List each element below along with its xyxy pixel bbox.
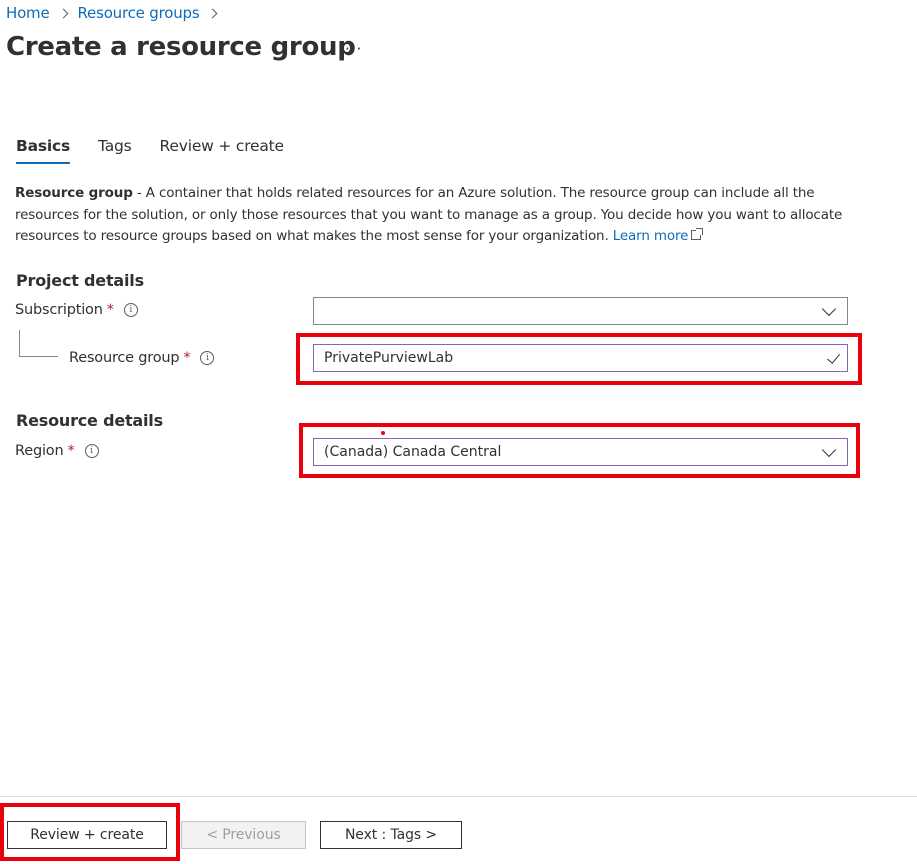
info-icon[interactable]: i — [200, 351, 215, 365]
region-label-text: Region — [15, 443, 64, 459]
previous-button[interactable]: < Previous — [181, 821, 306, 849]
description-term: Resource group — [15, 185, 133, 201]
review-create-button[interactable]: Review + create — [7, 821, 167, 849]
tab-tags[interactable]: Tags — [98, 137, 132, 164]
checkmark-icon — [826, 350, 841, 364]
annotation-dot — [381, 431, 385, 435]
tab-bar: Basics Tags Review + create — [16, 137, 312, 164]
tab-review-create[interactable]: Review + create — [160, 137, 285, 164]
resource-group-input[interactable]: PrivatePurviewLab — [313, 344, 848, 372]
chevron-down-icon — [821, 301, 837, 317]
external-link-icon — [691, 228, 704, 240]
resource-group-label-text: Resource group — [69, 350, 180, 366]
required-marker: * — [106, 302, 114, 318]
chevron-down-icon — [821, 442, 837, 458]
description: Resource group - A container that holds … — [15, 183, 845, 248]
tab-basics[interactable]: Basics — [16, 137, 70, 164]
description-text: - A container that holds related resourc… — [15, 185, 843, 244]
region-label: Region * i — [15, 443, 99, 459]
more-options-button[interactable]: ··· — [345, 40, 362, 58]
project-details-heading: Project details — [16, 271, 144, 290]
page-title: Create a resource group — [6, 32, 356, 62]
footer-divider — [0, 796, 917, 797]
next-tags-button[interactable]: Next : Tags > — [320, 821, 462, 849]
resource-group-value: PrivatePurviewLab — [324, 350, 454, 366]
required-marker: * — [183, 350, 191, 366]
breadcrumb-home[interactable]: Home — [6, 4, 50, 22]
region-value: (Canada) Canada Central — [324, 444, 502, 460]
learn-more-link[interactable]: Learn more — [613, 228, 689, 244]
required-marker: * — [67, 443, 75, 459]
resource-group-label: Resource group * i — [69, 350, 215, 366]
info-icon[interactable]: i — [123, 303, 138, 317]
chevron-right-icon — [207, 8, 218, 18]
subscription-dropdown[interactable] — [313, 297, 848, 325]
subscription-label-text: Subscription — [15, 302, 103, 318]
chevron-right-icon — [58, 8, 68, 18]
breadcrumb-resource-groups[interactable]: Resource groups — [78, 4, 200, 22]
breadcrumb: Home Resource groups — [6, 4, 227, 22]
resource-details-heading: Resource details — [16, 411, 163, 430]
tree-connector — [19, 330, 58, 357]
region-dropdown[interactable]: (Canada) Canada Central — [313, 438, 848, 466]
info-icon[interactable]: i — [84, 444, 99, 458]
subscription-label: Subscription * i — [15, 302, 138, 318]
